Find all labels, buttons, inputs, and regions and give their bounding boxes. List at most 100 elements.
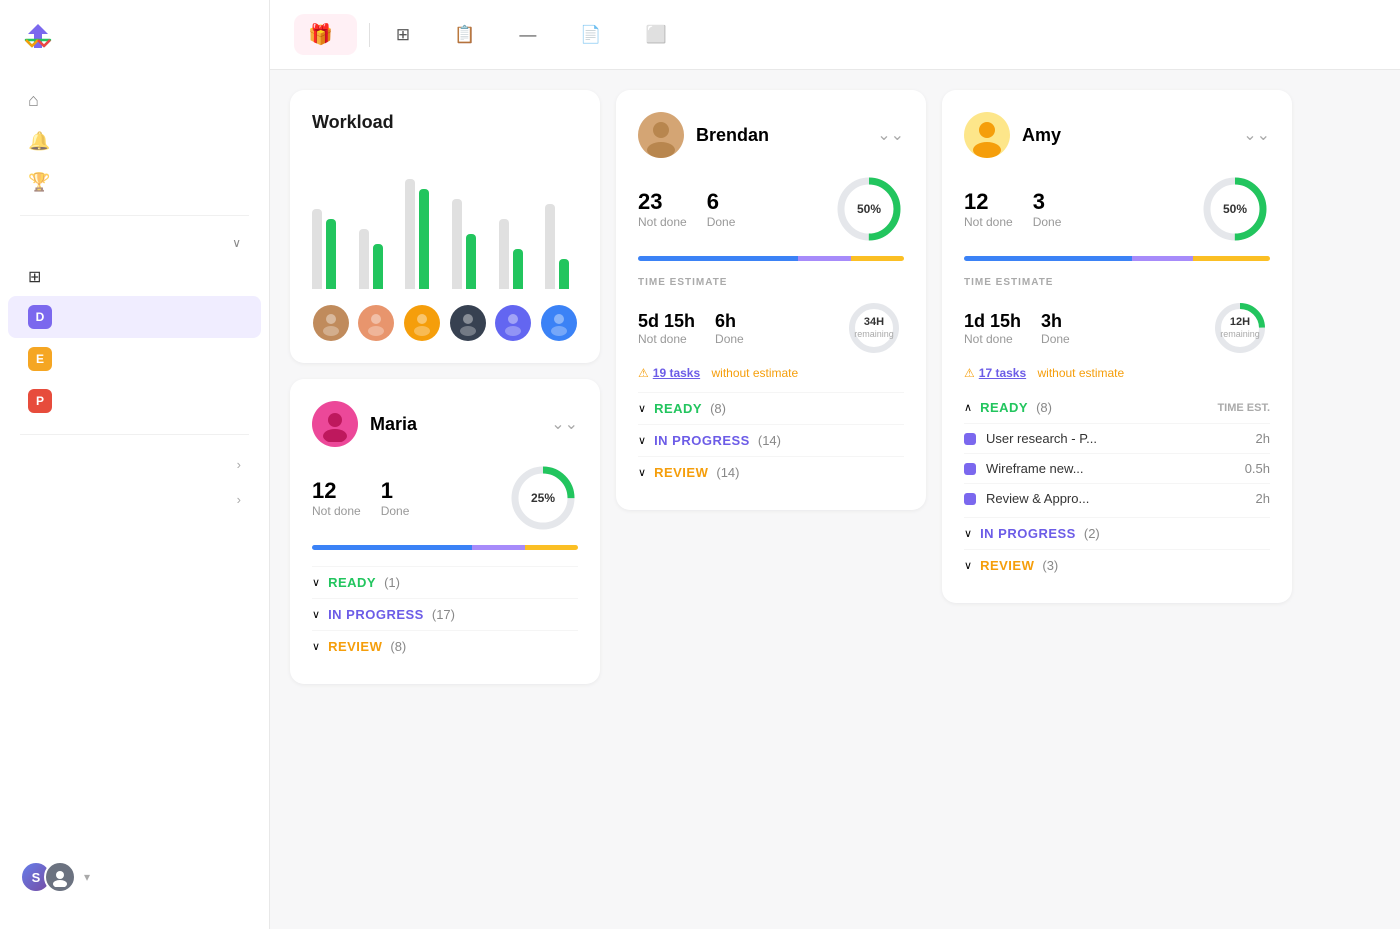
amy-status-ready[interactable]: ∧ READY (8) TIME EST. xyxy=(964,392,1270,423)
brendan-stats: 23 Not done 6 Done 50% xyxy=(638,174,904,244)
maria-bar-blue xyxy=(312,545,472,550)
amy-donut: 50% xyxy=(1200,174,1270,244)
task-item-1[interactable]: User research - P... 2h xyxy=(964,423,1270,453)
maria-ready-label: READY xyxy=(328,575,376,590)
maria-done-number: 1 xyxy=(381,478,410,504)
amy-time-not-done-label: Not done xyxy=(964,332,1021,346)
sidebar-item-docs[interactable]: › xyxy=(8,482,261,517)
bar-gray-5 xyxy=(545,204,555,289)
bar-gray-4 xyxy=(499,219,509,289)
project-tab[interactable]: 🎁 xyxy=(294,14,357,55)
maria-percent-label: 25% xyxy=(531,491,555,505)
brendan-bar-purple xyxy=(798,256,851,261)
brendan-done-label: Done xyxy=(707,215,736,229)
amy-status-inprogress[interactable]: ∨ IN PROGRESS (2) xyxy=(964,517,1270,549)
dashboards-chevron-icon: › xyxy=(237,457,241,472)
sidebar-item-everything[interactable]: ⊞ xyxy=(8,258,261,296)
amy-done-label: Done xyxy=(1033,215,1062,229)
brendan-time-done-val: 6h xyxy=(715,311,744,332)
amy-not-done-number: 12 xyxy=(964,189,1013,215)
brendan-warning-link[interactable]: 19 tasks xyxy=(653,366,700,380)
avatar-3 xyxy=(450,305,486,341)
logo xyxy=(0,20,269,80)
nav-notifications[interactable]: 🔔 xyxy=(8,121,261,162)
home-icon: ⌂ xyxy=(28,90,39,111)
task-item-3[interactable]: Review & Appro... 2h xyxy=(964,483,1270,513)
bar-group-1 xyxy=(359,229,392,289)
tab-timeline[interactable]: — xyxy=(505,17,558,53)
bar-group-2 xyxy=(405,179,438,289)
bar-green-2 xyxy=(419,189,429,289)
maria-done-label: Done xyxy=(381,504,410,518)
everything-icon: ⊞ xyxy=(28,267,41,287)
brendan-time-donut: 34Hremaining xyxy=(844,298,904,358)
nav-goals[interactable]: 🏆 xyxy=(8,162,261,203)
product-badge: P xyxy=(28,389,52,413)
amy-status-review[interactable]: ∨ REVIEW (3) xyxy=(964,549,1270,581)
top-navigation: 🎁 ⊞ 📋 — 📄 ⬜ xyxy=(270,0,1400,70)
bar-group-4 xyxy=(499,219,532,289)
user-dropdown-icon[interactable]: ▾ xyxy=(84,870,90,884)
brendan-ready-count: (8) xyxy=(710,401,726,416)
maria-bar-purple xyxy=(472,545,525,550)
brendan-status-ready[interactable]: ∨ READY (8) xyxy=(638,392,904,424)
brendan-progress-bar xyxy=(638,256,904,261)
task-item-2[interactable]: Wireframe new... 0.5h xyxy=(964,453,1270,483)
amy-bar-blue xyxy=(964,256,1132,261)
docs-chevron-icon: › xyxy=(237,492,241,507)
amy-inprogress-count: (2) xyxy=(1084,526,1100,541)
workload-title: Workload xyxy=(312,112,578,133)
amy-name: Amy xyxy=(1022,125,1061,146)
sidebar-item-dashboards[interactable]: › xyxy=(8,447,261,482)
amy-time-est-header: TIME EST. xyxy=(1217,402,1270,414)
bar-gray-1 xyxy=(359,229,369,289)
sidebar-item-product[interactable]: P xyxy=(8,380,261,422)
sidebar-item-engineering[interactable]: E xyxy=(8,338,261,380)
brendan-time-donut-chart: 34Hremaining xyxy=(844,298,904,358)
maria-review-label: REVIEW xyxy=(328,639,382,654)
brendan-status-review[interactable]: ∨ REVIEW (14) xyxy=(638,456,904,488)
tab-doc[interactable]: 📄 xyxy=(566,17,623,53)
task-name-1: User research - P... xyxy=(986,431,1246,446)
bar-group-3 xyxy=(452,199,485,289)
maria-inprogress-label: IN PROGRESS xyxy=(328,607,424,622)
bar-gray-0 xyxy=(312,209,322,289)
brendan-time-not-done: 5d 15h Not done xyxy=(638,311,695,346)
maria-chevron-icon[interactable]: ⌄⌄ xyxy=(551,414,578,434)
maria-header: Maria ⌄⌄ xyxy=(312,401,578,447)
tab-board[interactable]: 📋 xyxy=(440,17,497,53)
brendan-review-label: REVIEW xyxy=(654,465,708,480)
amy-review-count: (3) xyxy=(1042,558,1058,573)
content-area: Workload xyxy=(270,70,1400,929)
amy-header: Amy ⌄⌄ xyxy=(964,112,1270,158)
bar-green-4 xyxy=(513,249,523,289)
brendan-time-estimate-label: TIME ESTIMATE xyxy=(638,277,904,288)
design-badge: D xyxy=(28,305,52,329)
brendan-chevron-icon[interactable]: ⌄⌄ xyxy=(877,125,904,145)
brendan-review-count: (14) xyxy=(716,465,739,480)
brendan-time-not-done-val: 5d 15h xyxy=(638,311,695,332)
bar-green-1 xyxy=(373,244,383,289)
amy-ready-label: READY xyxy=(980,400,1028,415)
maria-status-inprogress[interactable]: ∨ IN PROGRESS (17) xyxy=(312,598,578,630)
amy-done-number: 3 xyxy=(1033,189,1062,215)
amy-stats: 12 Not done 3 Done 50% xyxy=(964,174,1270,244)
sidebar-item-design[interactable]: D xyxy=(8,296,261,338)
tab-box[interactable]: ⊞ xyxy=(382,17,432,53)
brendan-inprogress-label: IN PROGRESS xyxy=(654,433,750,448)
amy-chevron-icon[interactable]: ⌄⌄ xyxy=(1243,125,1270,145)
sidebar: ⌂ 🔔 🏆 ∨ ⊞ D E P › › S xyxy=(0,0,270,929)
spaces-header: ∨ xyxy=(8,228,261,258)
maria-status-review[interactable]: ∨ REVIEW (8) xyxy=(312,630,578,662)
nav-home[interactable]: ⌂ xyxy=(8,80,261,121)
spaces-chevron-icon[interactable]: ∨ xyxy=(232,236,241,250)
amy-time-stats: 1d 15h Not done 3h Done 12Hremaining xyxy=(964,298,1270,358)
amy-not-done-label: Not done xyxy=(964,215,1013,229)
bar-group-5 xyxy=(545,204,578,289)
maria-avatar xyxy=(312,401,358,447)
maria-status-ready[interactable]: ∨ READY (1) xyxy=(312,566,578,598)
brendan-bar-yellow xyxy=(851,256,904,261)
brendan-status-inprogress[interactable]: ∨ IN PROGRESS (14) xyxy=(638,424,904,456)
tab-whiteboard[interactable]: ⬜ xyxy=(632,17,689,53)
amy-warning-link[interactable]: 17 tasks xyxy=(979,366,1026,380)
